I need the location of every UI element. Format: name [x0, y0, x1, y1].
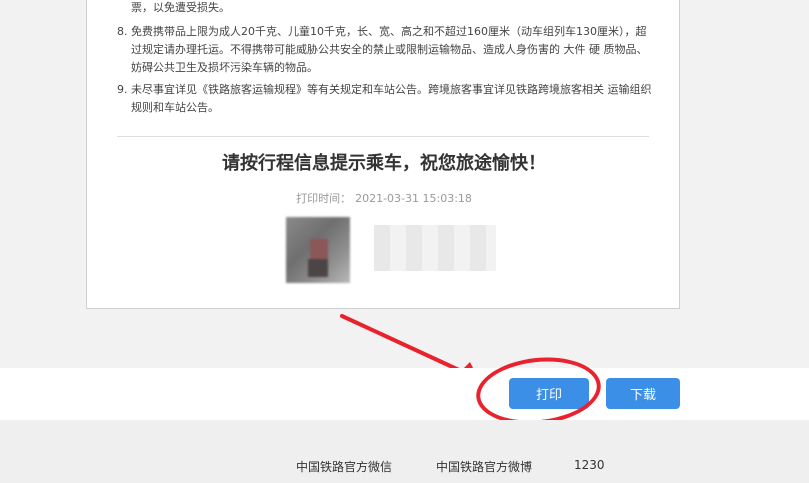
footer-link-weibo[interactable]: 中国铁路官方微博	[436, 458, 532, 475]
notice-tail-label: 票，以免遭受损失。	[131, 1, 230, 14]
blurred-passenger-info	[374, 225, 496, 271]
notice-list: 票，以免遭受损失。 8. 免费携带品上限为成人20千克、儿童10千克，长、宽、高…	[117, 0, 657, 117]
page-title: 请按行程信息提示乘车，祝您旅途愉快！	[222, 153, 546, 174]
footer	[0, 420, 809, 483]
notice-text: 免费携带品上限为成人20千克、儿童10千克，长、宽、高之和不超过160厘米（动车…	[131, 25, 648, 74]
blurred-qr-center	[310, 239, 328, 259]
notice-number: 8.	[117, 25, 128, 38]
notice-item-8: 8. 免费携带品上限为成人20千克、儿童10千克，长、宽、高之和不超过160厘米…	[117, 23, 657, 77]
action-bar	[0, 368, 809, 420]
page: 票，以免遭受损失。 8. 免费携带品上限为成人20千克、儿童10千克，长、宽、高…	[0, 0, 809, 483]
notice-text: 未尽事宜详见《铁路旅客运输规程》等有关规定和车站公告。跨境旅客事宜详见铁路跨境旅…	[131, 83, 652, 114]
ticket-notice-panel: 票，以免遭受损失。 8. 免费携带品上限为成人20千克、儿童10千克，长、宽、高…	[86, 0, 680, 309]
notice-tail-text: 票，以免遭受损失。	[117, 0, 657, 17]
notice-number: 9.	[117, 83, 128, 96]
blurred-qr-bottom	[308, 259, 328, 277]
print-time-value: 2021-03-31 15:03:18	[355, 192, 472, 205]
footer-link-wechat[interactable]: 中国铁路官方微信	[296, 458, 392, 475]
notice-item-9: 9. 未尽事宜详见《铁路旅客运输规程》等有关规定和车站公告。跨境旅客事宜详见铁路…	[117, 81, 657, 117]
print-time-label: 打印时间：	[296, 192, 352, 205]
download-button[interactable]: 下载	[606, 378, 680, 409]
blurred-qr-code	[286, 217, 350, 283]
footer-link-12306[interactable]: 1230	[574, 458, 605, 472]
divider	[117, 136, 649, 137]
print-time: 打印时间： 2021-03-31 15:03:18	[87, 190, 681, 206]
